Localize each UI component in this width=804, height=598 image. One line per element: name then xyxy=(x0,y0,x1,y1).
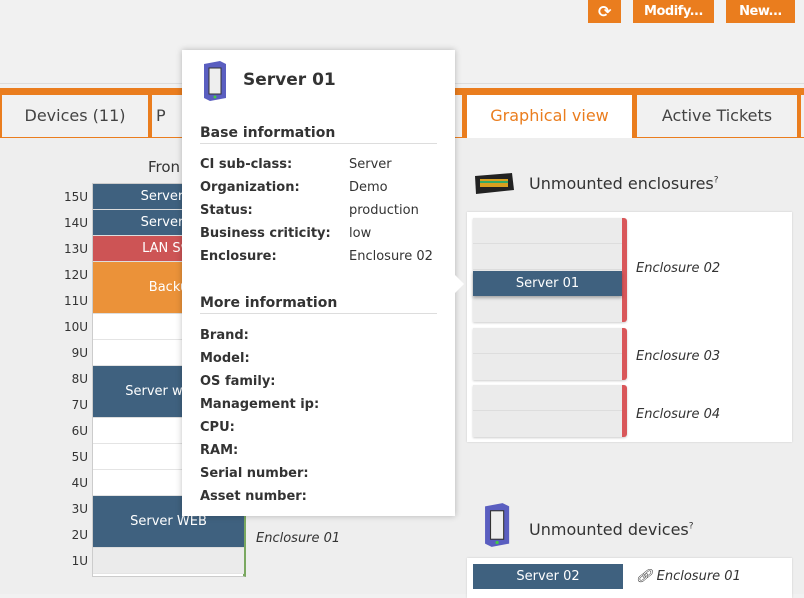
enclosure-link[interactable]: 🔗︎ Enclosure 01 xyxy=(636,569,741,584)
unit-label: 2U xyxy=(71,528,88,542)
unit-label: 4U xyxy=(71,476,88,490)
unit-label: 6U xyxy=(71,424,88,438)
more-info-row: Model: xyxy=(200,351,450,366)
device-tooltip: Server 01 Base information CI sub-class:… xyxy=(182,50,455,516)
tooltip-title: Server 01 xyxy=(243,70,336,90)
modify-button[interactable]: Modify... xyxy=(633,0,714,23)
unit-label: 12U xyxy=(63,268,88,282)
base-info-row: Status: production xyxy=(200,203,450,218)
unit-label: 5U xyxy=(71,450,88,464)
field-label: Management ip: xyxy=(200,397,320,412)
tooltip-arrow xyxy=(455,275,464,293)
unit-label: 3U xyxy=(71,502,88,516)
field-label: OS family: xyxy=(200,374,276,389)
more-info-row: Asset number: xyxy=(200,489,450,504)
server-icon xyxy=(485,503,510,547)
field-label: Model: xyxy=(200,351,250,366)
enclosure-03[interactable] xyxy=(473,328,627,380)
more-info-row: Serial number: xyxy=(200,466,450,481)
unmounted-devices-list: Server 02 🔗︎ Enclosure 01 xyxy=(467,558,792,598)
unmounted-devices-title: Unmounted devices? xyxy=(529,520,694,539)
rack-slot xyxy=(93,548,244,574)
unit-label: 13U xyxy=(63,242,88,256)
device-server-02[interactable]: Server 02 xyxy=(473,564,623,589)
field-value: low xyxy=(349,226,372,241)
base-info-row: CI sub-class: Server xyxy=(200,157,450,172)
enclosure-link-label: Enclosure 01 xyxy=(656,569,741,584)
field-label: Enclosure: xyxy=(200,249,277,264)
field-value: Server xyxy=(349,157,392,172)
field-value: Enclosure 02 xyxy=(349,249,433,264)
more-info-row: OS family: xyxy=(200,374,450,389)
enclosure-02-label[interactable]: Enclosure 02 xyxy=(636,261,720,276)
tab-label: P xyxy=(156,106,166,125)
unit-label: 9U xyxy=(71,346,88,360)
base-info-heading: Base information xyxy=(200,125,437,144)
field-label: RAM: xyxy=(200,443,239,458)
base-info-row: Enclosure: Enclosure 02 xyxy=(200,249,450,264)
unit-label: 14U xyxy=(63,216,88,230)
unmounted-enclosures-title: Unmounted enclosures? xyxy=(529,174,719,193)
help-icon[interactable]: ? xyxy=(714,176,719,186)
new-button[interactable]: New... xyxy=(726,0,795,23)
enclosure-04-label[interactable]: Enclosure 04 xyxy=(636,407,720,422)
more-info-row: CPU: xyxy=(200,420,450,435)
unit-label: 8U xyxy=(71,372,88,386)
more-info-row: Brand: xyxy=(200,328,450,343)
unit-label: 11U xyxy=(63,294,88,308)
field-value: Demo xyxy=(349,180,388,195)
enclosure-03-label[interactable]: Enclosure 03 xyxy=(636,349,720,364)
base-info-row: Business criticity: low xyxy=(200,226,450,241)
unmounted-enclosures-list: Server 01 Enclosure 02 Enclosure 03 Encl… xyxy=(467,212,792,442)
field-label: Organization: xyxy=(200,180,300,195)
field-label: Brand: xyxy=(200,328,249,343)
help-icon[interactable]: ? xyxy=(689,522,694,532)
enclosure-02[interactable]: Server 01 xyxy=(473,218,627,322)
more-info-heading: More information xyxy=(200,295,437,314)
enclosure-icon xyxy=(475,173,514,194)
refresh-button[interactable]: ⟳ xyxy=(588,0,621,23)
more-info-row: RAM: xyxy=(200,443,450,458)
more-info-row: Management ip: xyxy=(200,397,450,412)
link-icon: 🔗︎ xyxy=(636,569,657,584)
unit-label: 7U xyxy=(71,398,88,412)
enclosure-04[interactable] xyxy=(473,385,627,437)
server-icon xyxy=(204,61,226,101)
field-label: CPU: xyxy=(200,420,235,435)
unit-label: 1U xyxy=(71,554,88,568)
tab-graphical-view[interactable]: Graphical view xyxy=(467,95,632,138)
field-label: Status: xyxy=(200,203,253,218)
field-label: CI sub-class: xyxy=(200,157,293,172)
rack-enclosure-label[interactable]: Enclosure 01 xyxy=(256,531,340,546)
unit-label: 15U xyxy=(63,190,88,204)
field-value: production xyxy=(349,203,419,218)
tab-active-tickets[interactable]: Active Tickets xyxy=(637,95,797,137)
field-label: Asset number: xyxy=(200,489,307,504)
refresh-icon: ⟳ xyxy=(598,2,611,21)
unit-label: 10U xyxy=(63,320,88,334)
field-label: Business criticity: xyxy=(200,226,331,241)
device-server-01[interactable]: Server 01 xyxy=(473,271,622,296)
rack-title: Fron xyxy=(148,158,181,176)
tab-devices[interactable]: Devices (11) xyxy=(2,95,148,137)
base-info-row: Organization: Demo xyxy=(200,180,450,195)
field-label: Serial number: xyxy=(200,466,309,481)
